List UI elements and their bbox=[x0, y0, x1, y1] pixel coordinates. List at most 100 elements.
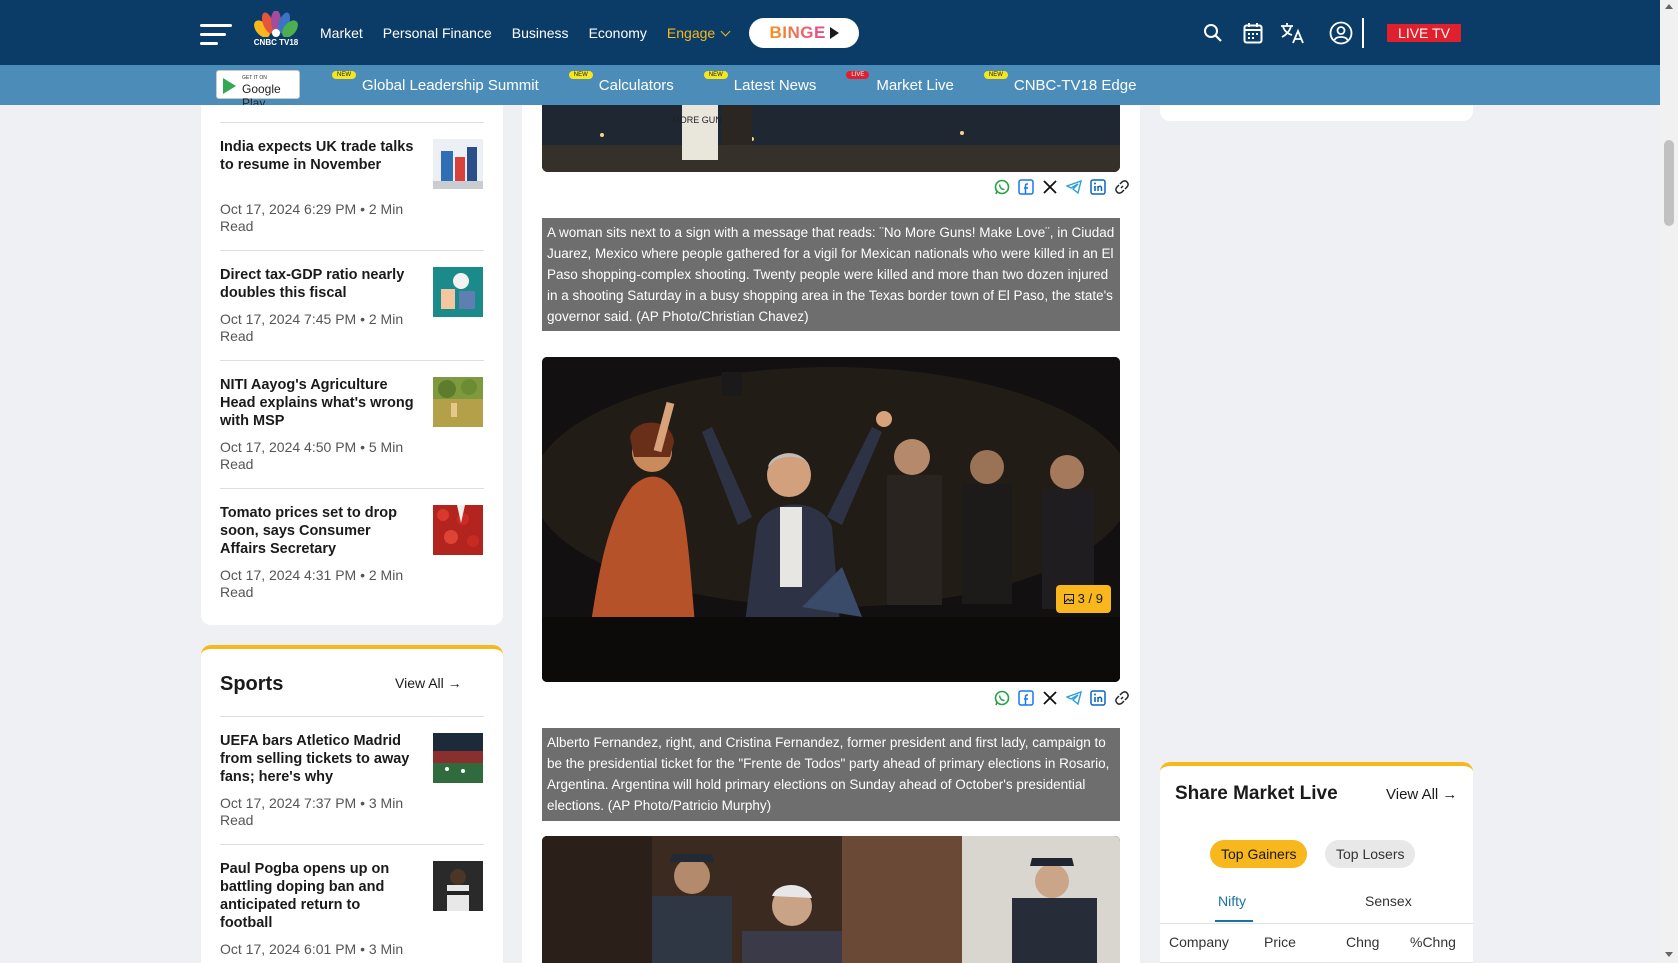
list-item[interactable]: UEFA bars Atletico Madrid from selling t… bbox=[220, 716, 484, 844]
sublink-global-leadership-summit[interactable]: NEW Global Leadership Summit bbox=[332, 70, 539, 94]
story-title[interactable]: UEFA bars Atletico Madrid from selling t… bbox=[220, 732, 415, 786]
main-nav: Market Personal Finance Business Economy… bbox=[320, 0, 860, 65]
story-meta: Oct 17, 2024 7:37 PM • 3 Min Read bbox=[220, 795, 404, 828]
gallery-counter: 3 / 9 bbox=[1056, 585, 1111, 613]
live-tv-button[interactable]: LIVE TV bbox=[1387, 24, 1461, 42]
story-thumbnail[interactable] bbox=[433, 733, 483, 783]
story-title[interactable]: Paul Pogba opens up on battling doping b… bbox=[220, 860, 415, 932]
sublink-calculators[interactable]: NEW Calculators bbox=[568, 70, 674, 94]
market-view-all-link[interactable]: View All → bbox=[1386, 786, 1457, 803]
x-icon[interactable] bbox=[1041, 178, 1059, 196]
story-thumbnail[interactable] bbox=[433, 861, 483, 911]
facebook-icon[interactable] bbox=[1017, 689, 1035, 707]
linkedin-icon[interactable] bbox=[1089, 178, 1107, 196]
story-title[interactable]: Direct tax-GDP ratio nearly doubles this… bbox=[220, 266, 415, 302]
tab-top-losers[interactable]: Top Losers bbox=[1325, 840, 1416, 868]
list-item[interactable]: NITI Aayog's Agriculture Head explains w… bbox=[220, 360, 484, 488]
google-play-icon bbox=[223, 78, 236, 94]
tab-top-gainers[interactable]: Top Gainers bbox=[1210, 840, 1308, 868]
user-icon[interactable] bbox=[1328, 20, 1354, 46]
gallery-caption-2: A woman sits next to a sign with a messa… bbox=[542, 218, 1120, 331]
telegram-icon[interactable] bbox=[1065, 689, 1083, 707]
linkedin-icon[interactable] bbox=[1089, 689, 1107, 707]
gallery-photo: MORE GUNS bbox=[542, 105, 1120, 172]
top-header: CNBC TV18 Market Personal Finance Busine… bbox=[0, 0, 1660, 65]
list-item[interactable]: India expects UK trade talks to resume i… bbox=[220, 122, 484, 250]
whatsapp-icon[interactable] bbox=[993, 178, 1011, 196]
sublink-label: Latest News bbox=[733, 76, 817, 94]
sublink-cnbc-tv18-edge[interactable]: NEW CNBC-TV18 Edge bbox=[983, 70, 1137, 94]
facebook-icon[interactable] bbox=[1017, 178, 1035, 196]
binge-label: BINGE bbox=[769, 22, 826, 42]
tab-sensex[interactable]: Sensex bbox=[1365, 893, 1412, 909]
gallery-image-4[interactable] bbox=[542, 836, 1120, 963]
sublink-latest-news[interactable]: NEW Latest News bbox=[703, 70, 817, 94]
market-title: Share Market Live bbox=[1175, 783, 1338, 804]
story-title[interactable]: India expects UK trade talks to resume i… bbox=[220, 138, 415, 174]
new-badge: NEW bbox=[332, 70, 356, 79]
story-thumbnail[interactable] bbox=[433, 267, 483, 317]
binge-button[interactable]: BINGE bbox=[749, 17, 860, 48]
story-thumbnail[interactable] bbox=[433, 505, 483, 555]
left-news-card: India expects UK trade talks to resume i… bbox=[201, 105, 503, 625]
gallery-counter-text: 3 / 9 bbox=[1077, 591, 1103, 606]
link-icon[interactable] bbox=[1113, 178, 1131, 196]
play-icon bbox=[829, 26, 839, 39]
new-badge: NEW bbox=[983, 70, 1008, 79]
new-badge: NEW bbox=[568, 70, 593, 79]
nav-engage[interactable]: Engage bbox=[666, 24, 731, 41]
telegram-icon[interactable] bbox=[1065, 178, 1083, 196]
sign-text: MORE GUNS bbox=[672, 115, 728, 125]
story-title[interactable]: NITI Aayog's Agriculture Head explains w… bbox=[220, 376, 415, 430]
sublink-label: Global Leadership Summit bbox=[362, 76, 539, 94]
nav-business[interactable]: Business bbox=[512, 25, 569, 41]
cnbc-logo[interactable]: CNBC TV18 bbox=[252, 11, 300, 55]
gallery-image-2[interactable]: MORE GUNS bbox=[542, 105, 1120, 172]
story-meta: Oct 17, 2024 6:29 PM • 2 Min Read bbox=[220, 201, 404, 234]
x-icon[interactable] bbox=[1041, 689, 1059, 707]
list-item[interactable]: Paul Pogba opens up on battling doping b… bbox=[220, 844, 484, 963]
scrollbar-thumb[interactable] bbox=[1664, 140, 1674, 226]
whatsapp-icon[interactable] bbox=[993, 689, 1011, 707]
right-card-top bbox=[1160, 105, 1473, 121]
sports-view-all-link[interactable]: View All → bbox=[395, 675, 462, 691]
gallery-photo bbox=[542, 836, 1120, 963]
header-icons bbox=[1200, 18, 1354, 48]
tab-nifty[interactable]: Nifty bbox=[1218, 893, 1246, 909]
engage-label: Engage bbox=[666, 24, 716, 41]
link-icon[interactable] bbox=[1113, 689, 1131, 707]
calendar-icon[interactable] bbox=[1240, 20, 1266, 46]
list-item[interactable]: Direct tax-GDP ratio nearly doubles this… bbox=[220, 250, 484, 360]
google-play-badge[interactable]: GET IT ON Google Play bbox=[216, 70, 300, 110]
translate-icon[interactable] bbox=[1280, 20, 1306, 46]
gallery-photo bbox=[542, 357, 1120, 682]
column-company: Company bbox=[1169, 934, 1229, 950]
story-title[interactable]: Tomato prices set to drop soon, says Con… bbox=[220, 504, 415, 558]
scroll-up-icon[interactable] bbox=[1665, 4, 1673, 9]
gallery-image-3[interactable] bbox=[542, 357, 1120, 682]
logo-wordmark: CNBC TV18 bbox=[253, 38, 299, 47]
sublink-label: CNBC-TV18 Edge bbox=[1013, 76, 1137, 94]
column-pct-chng: %Chng bbox=[1410, 934, 1456, 950]
story-thumbnail[interactable] bbox=[433, 377, 483, 427]
sublink-market-live[interactable]: LIVE Market Live bbox=[846, 70, 954, 94]
gallery-caption-3: Alberto Fernandez, right, and Cristina F… bbox=[542, 728, 1120, 821]
nav-market[interactable]: Market bbox=[320, 25, 363, 41]
sports-card: Sports View All → UEFA bars Atletico Mad… bbox=[201, 645, 503, 963]
nav-economy[interactable]: Economy bbox=[589, 25, 647, 41]
list-item[interactable]: Tomato prices set to drop soon, says Con… bbox=[220, 488, 484, 618]
chevron-down-icon bbox=[720, 26, 731, 36]
search-icon[interactable] bbox=[1200, 20, 1226, 46]
sublink-label: Calculators bbox=[598, 76, 674, 94]
scroll-down-icon[interactable] bbox=[1665, 952, 1673, 957]
active-tab-indicator bbox=[1215, 920, 1253, 922]
image-icon bbox=[1064, 594, 1075, 604]
divider bbox=[1160, 923, 1473, 924]
menu-icon[interactable] bbox=[200, 24, 232, 46]
story-thumbnail[interactable] bbox=[433, 139, 483, 189]
share-row-2 bbox=[993, 178, 1131, 196]
google-play-small-text: GET IT ON bbox=[242, 75, 267, 81]
peacock-icon bbox=[254, 11, 298, 37]
nav-personal-finance[interactable]: Personal Finance bbox=[383, 25, 492, 41]
header-divider bbox=[1362, 18, 1364, 48]
